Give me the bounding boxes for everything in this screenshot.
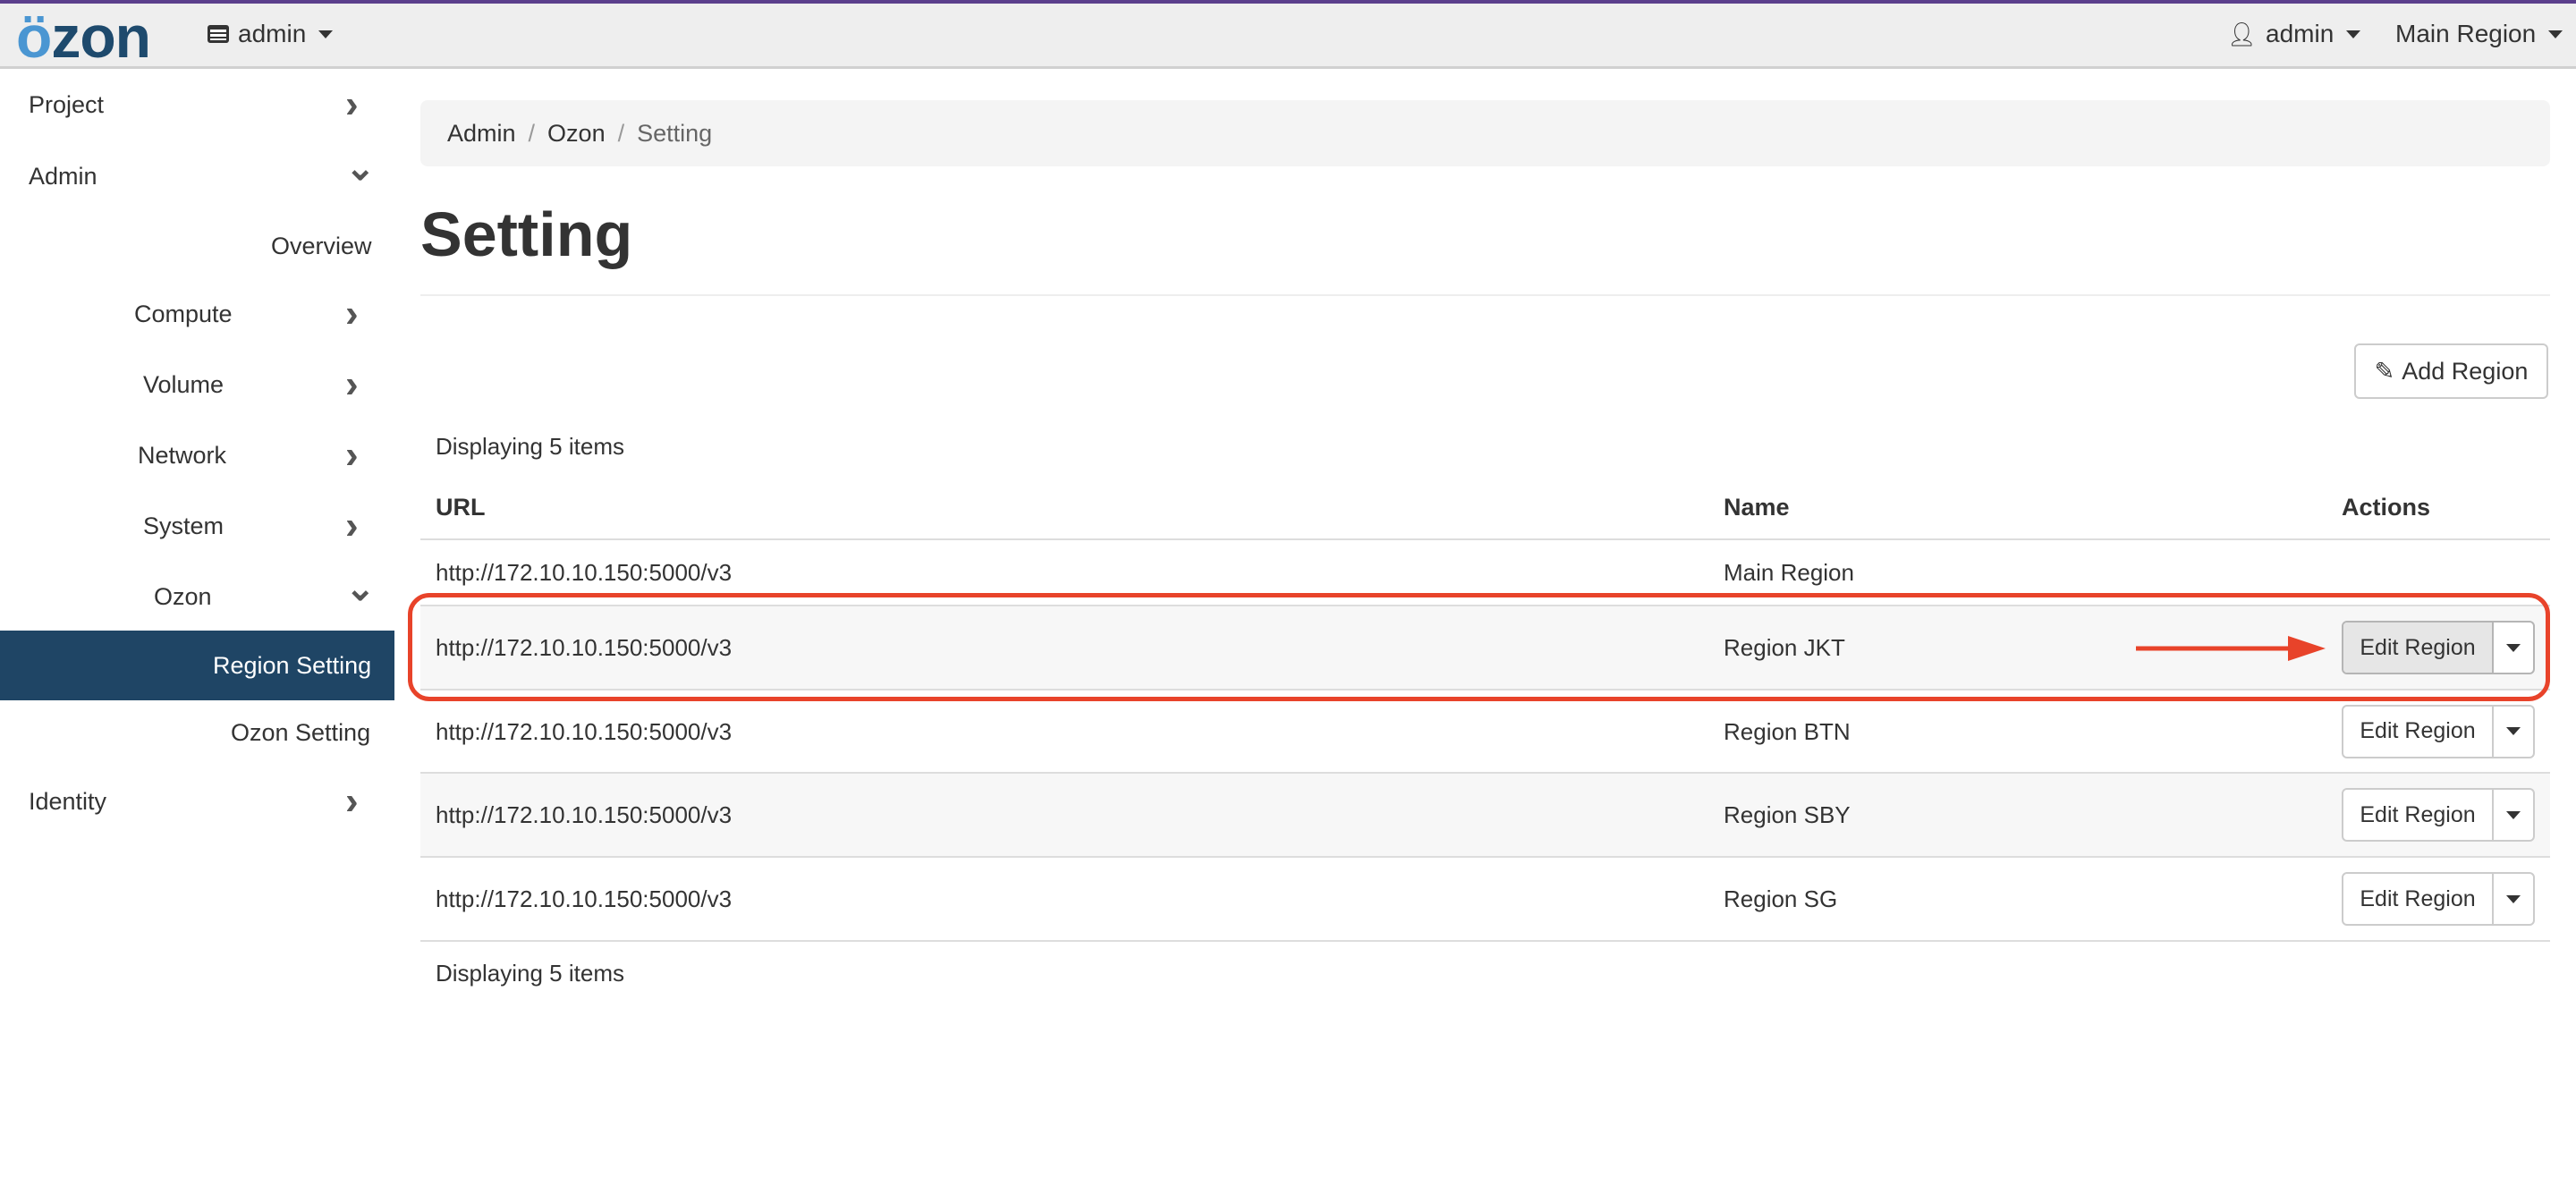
- add-region-label: Add Region: [2402, 357, 2529, 385]
- sidebar-item-region-setting[interactable]: Region Setting: [0, 631, 394, 700]
- edit-region-button-group: Edit Region: [2342, 621, 2535, 674]
- caret-down-icon: [318, 30, 334, 38]
- cell-name: Region SBY: [1724, 801, 1851, 828]
- cell-url: http://172.10.10.150:5000/v3: [436, 634, 733, 661]
- sidebar-item-ozon-setting[interactable]: Ozon Setting: [0, 698, 394, 767]
- sidebar-item-label: Overview: [271, 232, 372, 259]
- chevron-right-icon: ›: [345, 362, 359, 406]
- item-count-footer: Displaying 5 items: [436, 960, 624, 987]
- cell-name: Region BTN: [1724, 717, 1851, 745]
- breadcrumb: Admin / Ozon / Setting: [420, 100, 2550, 166]
- project-label: admin: [238, 20, 307, 47]
- sidebar-item-label: Compute: [134, 300, 233, 327]
- edit-region-button[interactable]: Edit Region: [2343, 706, 2494, 757]
- cell-name: Region SG: [1724, 885, 1838, 912]
- column-header-name: Name: [1724, 494, 1790, 521]
- edit-region-button-group: Edit Region: [2342, 872, 2535, 926]
- ozon-logo[interactable]: özon: [16, 7, 151, 66]
- annotation-arrow-icon: [2136, 636, 2326, 661]
- top-navbar: özon admin 👤︎ admin Main Region: [0, 4, 2576, 69]
- user-icon: 👤︎: [2227, 20, 2258, 47]
- chevron-right-icon: ›: [345, 292, 359, 335]
- breadcrumb-admin[interactable]: Admin: [447, 120, 516, 148]
- region-label: Main Region: [2395, 20, 2537, 47]
- sidebar-item-network[interactable]: Network ›: [0, 420, 394, 490]
- sidebar-item-label: Project: [29, 90, 105, 118]
- cell-url: http://172.10.10.150:5000/v3: [436, 885, 733, 912]
- project-dropdown[interactable]: admin: [208, 20, 334, 48]
- sidebar-item-label: Volume: [143, 370, 225, 398]
- sidebar: Project › Admin ⌄ Overview Compute › Volume › Net…: [0, 72, 394, 1186]
- sidebar-item-label: Region Setting: [213, 651, 372, 679]
- caret-down-icon: [2548, 30, 2563, 38]
- cell-url: http://172.10.10.150:5000/v3: [436, 717, 733, 745]
- sidebar-item-compute[interactable]: Compute ›: [0, 279, 394, 349]
- table-row: http://172.10.10.150:5000/v3 Region BTN E…: [420, 690, 2550, 772]
- edit-region-button[interactable]: Edit Region: [2343, 874, 2494, 924]
- region-dropdown[interactable]: Main Region: [2395, 20, 2563, 48]
- sidebar-item-label: Identity: [29, 787, 107, 815]
- column-header-url: URL: [436, 494, 486, 521]
- sidebar-item-system[interactable]: System ›: [0, 491, 394, 561]
- table-row: http://172.10.10.150:5000/v3 Region SBY E…: [420, 774, 2550, 856]
- sidebar-item-admin[interactable]: Admin ⌄: [0, 141, 394, 211]
- user-label: admin: [2266, 20, 2334, 47]
- edit-region-button-group: Edit Region: [2342, 704, 2535, 758]
- caret-down-icon: [2506, 643, 2521, 652]
- sidebar-item-label: Network: [138, 441, 227, 469]
- caret-down-icon: [2506, 894, 2521, 903]
- edit-region-button-group: Edit Region: [2342, 788, 2535, 842]
- cell-name: Region JKT: [1724, 634, 1845, 661]
- sidebar-item-project[interactable]: Project ›: [0, 70, 394, 140]
- column-header-actions: Actions: [2342, 494, 2431, 521]
- breadcrumb-ozon[interactable]: Ozon: [547, 120, 606, 148]
- cell-url: http://172.10.10.150:5000/v3: [436, 801, 733, 828]
- cell-name: Main Region: [1724, 559, 1854, 586]
- caret-down-icon: [2506, 810, 2521, 819]
- table-row: http://172.10.10.150:5000/v3 Region SG Ed…: [420, 858, 2550, 940]
- edit-region-button[interactable]: Edit Region: [2343, 790, 2494, 840]
- user-dropdown[interactable]: 👤︎ admin: [2227, 20, 2361, 48]
- page-title: Setting: [420, 199, 633, 269]
- chevron-down-icon: ⌄: [345, 148, 376, 188]
- chevron-right-icon: ›: [345, 433, 359, 477]
- sidebar-item-label: Admin: [29, 162, 97, 190]
- more-actions-dropdown[interactable]: [2494, 874, 2533, 924]
- chevron-right-icon: ›: [345, 504, 359, 547]
- sidebar-item-label: System: [143, 512, 225, 539]
- chevron-right-icon: ›: [345, 82, 359, 126]
- more-actions-dropdown[interactable]: [2494, 623, 2533, 673]
- chevron-down-icon: ⌄: [345, 569, 376, 608]
- sidebar-item-label: Ozon: [154, 582, 212, 610]
- breadcrumb-setting: Setting: [637, 119, 713, 147]
- row-divider: [420, 940, 2550, 942]
- sidebar-item-overview[interactable]: Overview: [0, 211, 394, 281]
- table-row: http://172.10.10.150:5000/v3 Main Region: [420, 540, 2550, 605]
- more-actions-dropdown[interactable]: [2494, 707, 2533, 757]
- cell-url: http://172.10.10.150:5000/v3: [436, 559, 733, 586]
- project-icon: [208, 25, 229, 43]
- caret-down-icon: [2346, 30, 2361, 38]
- edit-region-button[interactable]: Edit Region: [2343, 623, 2494, 673]
- pencil-icon: ✎: [2374, 357, 2395, 385]
- sidebar-item-ozon[interactable]: Ozon ⌄: [0, 562, 394, 631]
- sidebar-item-volume[interactable]: Volume ›: [0, 350, 394, 419]
- add-region-button[interactable]: ✎ Add Region: [2354, 343, 2548, 399]
- more-actions-dropdown[interactable]: [2494, 790, 2533, 840]
- item-count: Displaying 5 items: [436, 433, 624, 460]
- caret-down-icon: [2506, 727, 2521, 735]
- chevron-right-icon: ›: [345, 779, 359, 823]
- divider: [420, 294, 2550, 296]
- sidebar-item-identity[interactable]: Identity ›: [0, 767, 394, 836]
- sidebar-item-label: Ozon Setting: [231, 718, 371, 746]
